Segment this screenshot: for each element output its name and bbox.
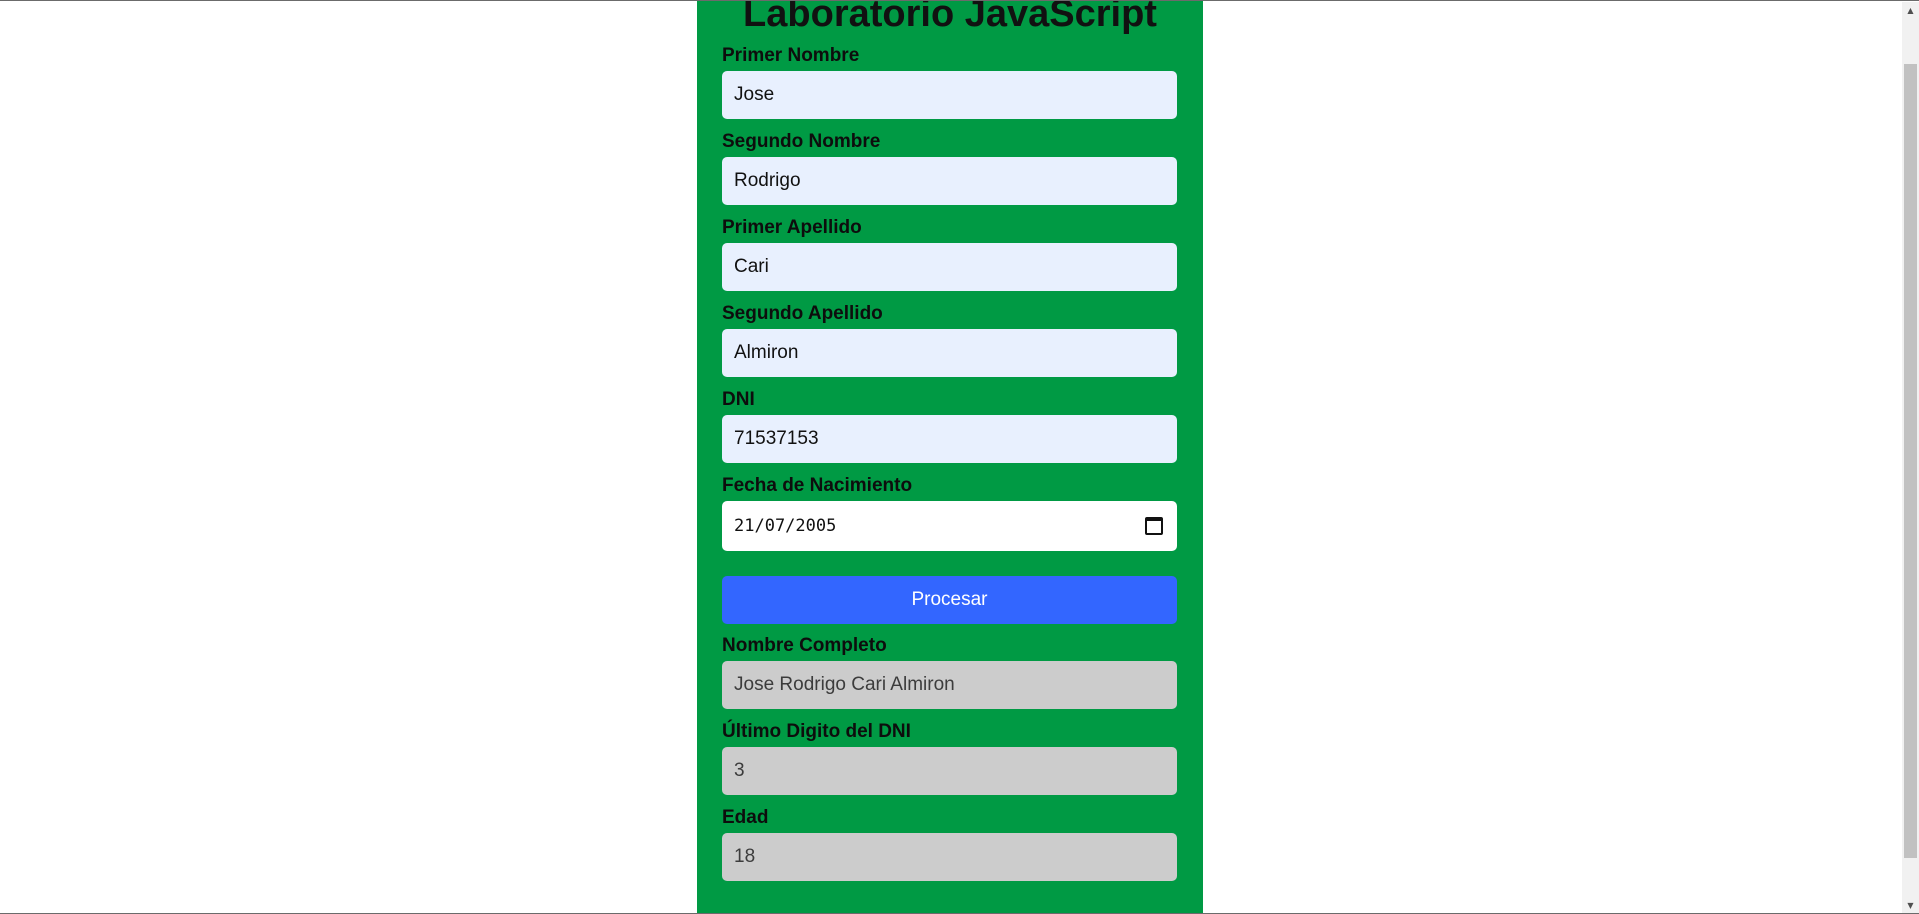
page-title: Laboratorio JavaScript [743,0,1157,35]
scroll-thumb[interactable] [1904,64,1917,858]
nombre-completo-output: Jose Rodrigo Cari Almiron [722,661,1177,709]
scroll-down-icon[interactable]: ▼ [1902,897,1919,913]
fecha-nacimiento-label: Fecha de Nacimiento [722,475,913,496]
primer-apellido-label: Primer Apellido [722,217,862,238]
segundo-nombre-input[interactable]: Rodrigo [722,157,1177,205]
procesar-button[interactable]: Procesar [722,576,1177,624]
primer-apellido-input[interactable]: Cari [722,243,1177,291]
segundo-apellido-input[interactable]: Almiron [722,329,1177,377]
ultimo-digito-label: Último Digito del DNI [722,721,911,742]
edad-output: 18 [722,833,1177,881]
scroll-up-icon[interactable]: ▲ [1902,2,1919,19]
edad-label: Edad [722,807,769,828]
primer-nombre-label: Primer Nombre [722,45,860,66]
browser-viewport: Laboratorio JavaScript Primer Nombre Jos… [0,0,1919,914]
fecha-nacimiento-value: 21/07/2005 [734,516,837,536]
dni-input[interactable]: 71537153 [722,415,1177,463]
dni-label: DNI [722,389,755,410]
nombre-completo-label: Nombre Completo [722,635,887,656]
form-panel: Laboratorio JavaScript Primer Nombre Jos… [697,0,1203,913]
vertical-scrollbar[interactable]: ▲ ▼ [1902,2,1919,913]
primer-nombre-input[interactable]: Jose [722,71,1177,119]
segundo-nombre-label: Segundo Nombre [722,131,881,152]
segundo-apellido-label: Segundo Apellido [722,303,883,324]
ultimo-digito-output: 3 [722,747,1177,795]
fecha-nacimiento-input[interactable]: 21/07/2005 [722,501,1177,551]
calendar-icon[interactable] [1145,517,1163,535]
